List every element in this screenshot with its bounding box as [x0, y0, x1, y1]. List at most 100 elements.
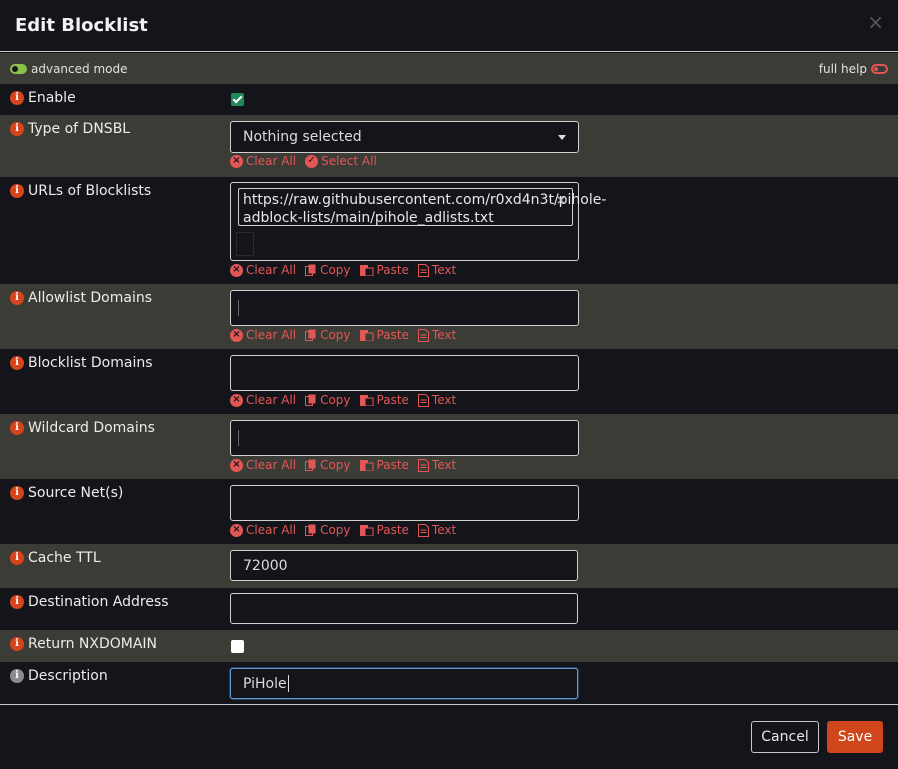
- tool-label: Text: [431, 263, 457, 277]
- tool-label: Copy: [320, 523, 351, 537]
- paste-button[interactable]: Paste: [359, 523, 409, 537]
- select-all-button[interactable]: ✓ Select All: [305, 154, 377, 168]
- wildcard-tag-input[interactable]: [230, 420, 579, 456]
- modal-footer: Cancel Save: [0, 704, 898, 769]
- remove-tag-icon[interactable]: ×: [556, 191, 566, 209]
- description-value: PiHole: [243, 675, 287, 692]
- tool-label: Paste: [376, 458, 409, 472]
- tool-label: Copy: [320, 393, 351, 407]
- clear-all-button[interactable]: × Clear All: [230, 328, 296, 342]
- label-urls-text: URLs of Blocklists: [28, 183, 152, 199]
- label-nxdomain: i Return NXDOMAIN: [10, 636, 157, 652]
- tool-label: Copy: [320, 263, 351, 277]
- file-text-icon: [417, 393, 429, 407]
- source-tools: × Clear All Copy Paste Text: [230, 523, 465, 537]
- label-enable: i Enable: [10, 90, 76, 106]
- clear-all-button[interactable]: × Clear All: [230, 523, 296, 537]
- cache-ttl-input[interactable]: 72000: [230, 550, 578, 581]
- modal-title: Edit Blocklist: [15, 15, 148, 36]
- info-icon[interactable]: i: [10, 122, 24, 136]
- cache-ttl-value: 72000: [243, 557, 288, 574]
- times-circle-icon: ×: [230, 263, 243, 277]
- row-description: i Description PiHole: [0, 662, 898, 704]
- info-icon[interactable]: i: [10, 551, 24, 565]
- paste-icon: [359, 329, 374, 341]
- copy-icon: [305, 329, 317, 341]
- tool-label: Paste: [376, 263, 409, 277]
- copy-button[interactable]: Copy: [305, 328, 351, 342]
- info-icon[interactable]: i: [10, 637, 24, 651]
- type-select[interactable]: Nothing selected: [230, 121, 579, 153]
- text-caret: [287, 675, 289, 692]
- info-icon[interactable]: i: [10, 421, 24, 435]
- row-nxdomain: i Return NXDOMAIN: [0, 630, 898, 662]
- advanced-mode-toggle[interactable]: advanced mode: [10, 62, 127, 76]
- toggle-on-icon: [10, 64, 27, 74]
- save-button[interactable]: Save: [827, 721, 883, 753]
- url-tag-text: https://raw.githubusercontent.com/r0xd4n…: [243, 192, 607, 226]
- info-icon[interactable]: i: [10, 291, 24, 305]
- label-urls: i URLs of Blocklists: [10, 183, 151, 199]
- info-icon[interactable]: i: [10, 486, 24, 500]
- full-help-toggle[interactable]: full help: [819, 62, 888, 76]
- file-text-icon: [417, 458, 429, 472]
- url-tag: https://raw.githubusercontent.com/r0xd4n…: [238, 188, 606, 226]
- description-input[interactable]: PiHole: [230, 668, 578, 699]
- copy-button[interactable]: Copy: [305, 523, 351, 537]
- label-source: i Source Net(s): [10, 485, 123, 501]
- tool-label: Text: [431, 328, 457, 342]
- copy-icon: [305, 524, 317, 536]
- advanced-mode-bar: advanced mode full help: [0, 53, 898, 84]
- text-button[interactable]: Text: [417, 328, 457, 342]
- file-text-icon: [417, 263, 429, 277]
- tool-label: Clear All: [246, 393, 297, 407]
- text-caret: [238, 300, 239, 316]
- blocklist-tools: × Clear All Copy Paste Text: [230, 393, 465, 407]
- copy-button[interactable]: Copy: [305, 393, 351, 407]
- blocklist-tag-input[interactable]: [230, 355, 579, 391]
- clear-all-button[interactable]: × Clear All: [230, 458, 296, 472]
- info-icon[interactable]: i: [10, 595, 24, 609]
- info-icon[interactable]: i: [10, 184, 24, 198]
- allowlist-tag-input[interactable]: [230, 290, 579, 326]
- paste-button[interactable]: Paste: [359, 328, 409, 342]
- info-icon[interactable]: i: [10, 91, 24, 105]
- info-icon[interactable]: i: [10, 356, 24, 370]
- label-enable-text: Enable: [28, 90, 76, 106]
- label-description-text: Description: [28, 668, 108, 684]
- edit-blocklist-dialog: Edit Blocklist × advanced mode full help…: [0, 0, 898, 769]
- enable-checkbox[interactable]: [231, 93, 244, 106]
- clear-all-button[interactable]: × Clear All: [230, 393, 296, 407]
- text-caret: [238, 430, 239, 446]
- text-button[interactable]: Text: [417, 458, 457, 472]
- label-cache-text: Cache TTL: [28, 550, 101, 566]
- tool-label: Text: [431, 458, 457, 472]
- destination-address-input[interactable]: [230, 593, 578, 624]
- file-text-icon: [417, 328, 429, 342]
- text-button[interactable]: Text: [417, 263, 457, 277]
- clear-all-button[interactable]: × Clear All: [230, 154, 296, 168]
- copy-button[interactable]: Copy: [305, 458, 351, 472]
- paste-button[interactable]: Paste: [359, 393, 409, 407]
- urls-tag-input[interactable]: https://raw.githubusercontent.com/r0xd4n…: [230, 182, 606, 261]
- clear-all-button[interactable]: × Clear All: [230, 263, 296, 277]
- label-wildcard-text: Wildcard Domains: [28, 420, 155, 436]
- close-icon[interactable]: ×: [867, 12, 884, 32]
- paste-button[interactable]: Paste: [359, 458, 409, 472]
- cancel-button[interactable]: Cancel: [751, 721, 819, 753]
- text-button[interactable]: Text: [417, 393, 456, 407]
- times-circle-icon: ×: [230, 393, 243, 407]
- caret-down-icon: [558, 135, 566, 140]
- copy-button[interactable]: Copy: [305, 263, 351, 277]
- paste-button[interactable]: Paste: [359, 263, 409, 277]
- source-tag-input[interactable]: [230, 485, 579, 521]
- info-icon[interactable]: i: [10, 669, 24, 683]
- tag-entry[interactable]: [236, 232, 254, 256]
- paste-icon: [359, 264, 374, 276]
- nxdomain-checkbox[interactable]: [231, 640, 244, 653]
- row-blocklist: i Blocklist Domains × Clear All Copy Past…: [0, 349, 898, 414]
- tool-label: Clear All: [246, 154, 297, 168]
- tool-label: Clear All: [246, 523, 297, 537]
- text-button[interactable]: Text: [417, 523, 456, 537]
- allowlist-tools: × Clear All Copy Paste Text: [230, 328, 465, 342]
